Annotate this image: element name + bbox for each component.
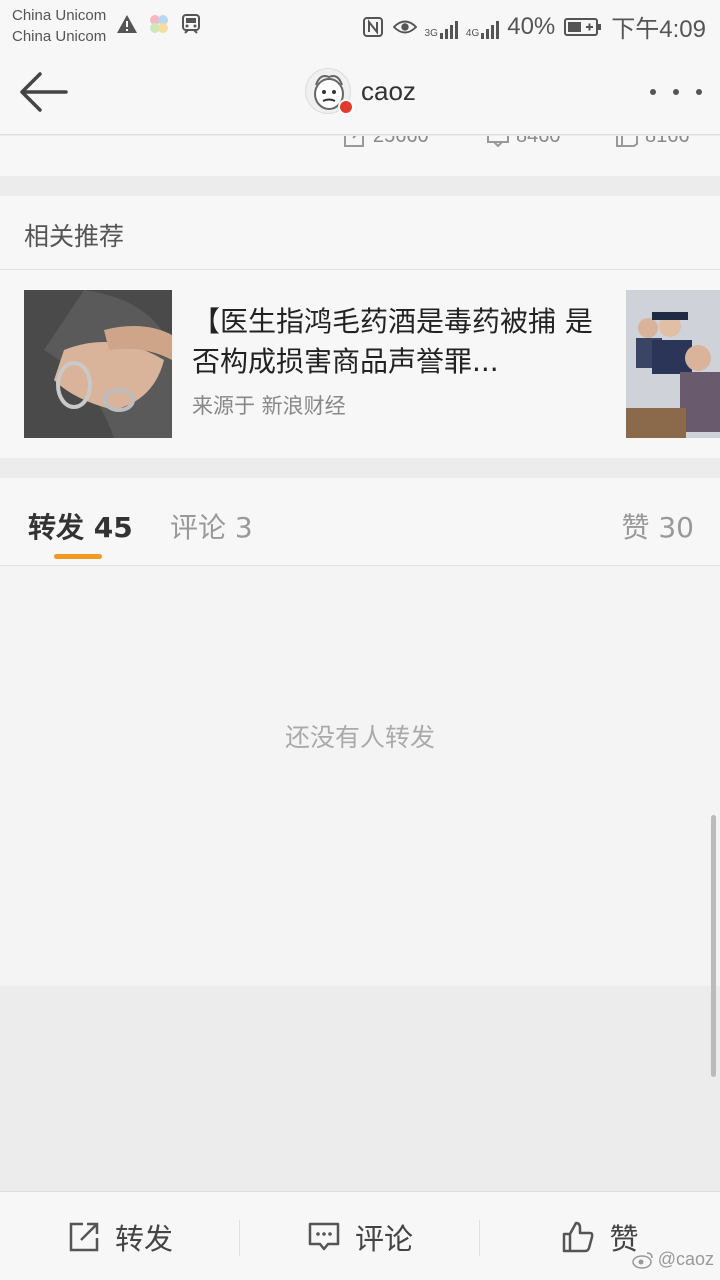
more-icon-dot [673, 89, 679, 95]
empty-message: 还没有人转发 [284, 723, 435, 752]
carrier-2: China Unicom [12, 28, 107, 45]
comment-button[interactable]: 评论 [240, 1192, 480, 1280]
back-button[interactable] [16, 68, 70, 118]
signal-1-icon: 3G [425, 15, 458, 39]
like-icon [616, 136, 638, 147]
scrollbar[interactable] [711, 815, 716, 1077]
tab-comment[interactable]: 评论 3 [170, 506, 253, 546]
nfc-icon [361, 15, 385, 39]
pinwheel-icon [147, 12, 171, 36]
stat-comments-value: 8460 [516, 136, 561, 148]
card-source: 来源于 新浪财经 [192, 394, 346, 418]
weibo-logo-icon [631, 1251, 653, 1269]
thumbs-up-icon [563, 1221, 594, 1252]
nav-bar: caoz [0, 50, 720, 135]
related-carousel[interactable]: 【医生指鸿毛药酒是毒药被捕 是否构成损害商品声誉罪... 来源于 新浪财经 [0, 270, 720, 458]
status-icons-left [115, 12, 203, 36]
card-title: 【医生指鸿毛药酒是毒药被捕 是否构成损害商品声誉罪... [192, 305, 593, 378]
stat-comments[interactable]: 8460 [486, 136, 561, 148]
comment-button-label: 评论 [354, 1221, 413, 1256]
avatar[interactable] [305, 68, 354, 115]
carrier-labels: China Unicom China Unicom [12, 5, 106, 47]
clock: 下午4:09 [611, 16, 706, 43]
status-bar: China Unicom China Unicom 3G 4G 40% 下午4:… [0, 0, 720, 50]
page-title[interactable]: caoz [361, 76, 416, 107]
stat-likes-value: 8166 [645, 136, 690, 148]
more-icon-dot [696, 89, 702, 95]
stat-likes[interactable]: 8166 [615, 136, 690, 148]
repost-list-empty: 还没有人转发 [0, 566, 720, 986]
card-thumbnail [24, 290, 172, 438]
eye-comfort-icon [392, 15, 417, 39]
comment-icon [487, 136, 509, 148]
related-card[interactable]: 【医生指鸿毛药酒是毒药被捕 是否构成损害商品声誉罪... 来源于 新浪财经 [0, 270, 612, 458]
back-arrow-icon [20, 72, 68, 112]
tab-like[interactable]: 赞 30 [621, 506, 694, 546]
courtroom-image [626, 290, 720, 438]
active-tab-indicator [54, 554, 102, 559]
repost-button[interactable]: 转发 [0, 1192, 240, 1280]
battery-percent: 40% [507, 12, 556, 40]
network-1-label: 3G [424, 27, 438, 39]
related-header: 相关推荐 [0, 196, 720, 270]
warning-icon [115, 12, 139, 36]
more-icon-dot [650, 89, 656, 95]
post-stats: 25660 8460 8166 [0, 136, 720, 176]
bottom-action-bar: 转发 评论 赞 @caoz [0, 1191, 720, 1280]
stat-reposts[interactable]: 25660 [343, 136, 429, 148]
network-2-label: 4G [465, 27, 480, 39]
battery-icon [563, 15, 603, 39]
comment-icon [308, 1222, 340, 1250]
carrier-1: China Unicom [12, 7, 107, 24]
tab-repost[interactable]: 转发 45 [28, 506, 133, 546]
signal-2-icon: 4G [465, 15, 500, 39]
status-icons-right: 3G 4G 40% 下午4:09 [361, 9, 706, 44]
next-card-thumbnail[interactable] [626, 290, 720, 438]
related-section: 相关推荐 【医生指鸿毛药酒是毒药被捕 是否构成损害商品声誉罪... 来源于 新浪… [0, 196, 720, 458]
repost-icon [344, 136, 364, 147]
verified-badge-icon [338, 99, 354, 115]
interaction-tabs: 转发 45 评论 3 赞 30 [0, 478, 720, 566]
handcuffs-image [24, 290, 172, 438]
repost-button-label: 转发 [114, 1221, 173, 1256]
weibo-watermark: @caoz [631, 1249, 714, 1270]
stat-reposts-value: 25660 [373, 136, 429, 148]
repost-icon [69, 1222, 99, 1251]
more-button[interactable] [650, 80, 702, 104]
train-icon [179, 12, 203, 36]
watermark-text: @caoz [657, 1249, 714, 1269]
